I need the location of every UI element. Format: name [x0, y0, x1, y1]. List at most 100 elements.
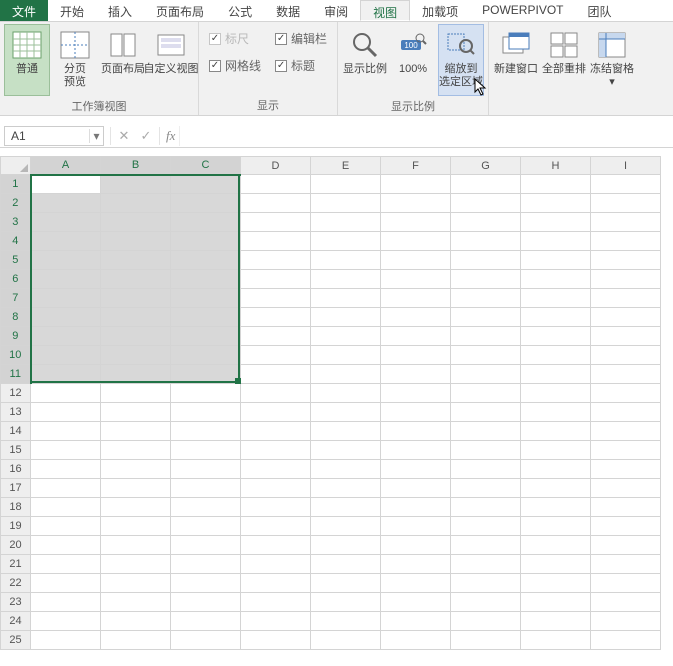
- cell-F12[interactable]: [381, 384, 451, 403]
- cell-H20[interactable]: [521, 536, 591, 555]
- cell-A6[interactable]: [31, 270, 101, 289]
- cell-G9[interactable]: [451, 327, 521, 346]
- cell-B19[interactable]: [101, 517, 171, 536]
- cell-F8[interactable]: [381, 308, 451, 327]
- cell-E1[interactable]: [311, 175, 381, 194]
- cell-D9[interactable]: [241, 327, 311, 346]
- cell-C11[interactable]: [171, 365, 241, 384]
- cell-C14[interactable]: [171, 422, 241, 441]
- cell-H5[interactable]: [521, 251, 591, 270]
- cell-D13[interactable]: [241, 403, 311, 422]
- col-header-A[interactable]: A: [31, 157, 101, 175]
- cell-H24[interactable]: [521, 612, 591, 631]
- cell-A20[interactable]: [31, 536, 101, 555]
- cell-E20[interactable]: [311, 536, 381, 555]
- cell-B10[interactable]: [101, 346, 171, 365]
- cell-E22[interactable]: [311, 574, 381, 593]
- cell-I14[interactable]: [591, 422, 661, 441]
- cell-H23[interactable]: [521, 593, 591, 612]
- cell-I10[interactable]: [591, 346, 661, 365]
- cell-E25[interactable]: [311, 631, 381, 650]
- cell-H7[interactable]: [521, 289, 591, 308]
- row-header-5[interactable]: 5: [1, 251, 31, 270]
- cell-E5[interactable]: [311, 251, 381, 270]
- cell-B12[interactable]: [101, 384, 171, 403]
- cell-D21[interactable]: [241, 555, 311, 574]
- new-window-button[interactable]: 新建窗口: [493, 24, 539, 96]
- col-header-G[interactable]: G: [451, 157, 521, 175]
- cell-D11[interactable]: [241, 365, 311, 384]
- cell-G14[interactable]: [451, 422, 521, 441]
- row-header-11[interactable]: 11: [1, 365, 31, 384]
- cell-I2[interactable]: [591, 194, 661, 213]
- cell-C18[interactable]: [171, 498, 241, 517]
- cell-E14[interactable]: [311, 422, 381, 441]
- cell-F10[interactable]: [381, 346, 451, 365]
- normal-view-button[interactable]: 普通: [4, 24, 50, 96]
- cell-C17[interactable]: [171, 479, 241, 498]
- cell-A24[interactable]: [31, 612, 101, 631]
- gridlines-checkbox[interactable]: ✓ 网格线: [209, 57, 261, 74]
- cell-D3[interactable]: [241, 213, 311, 232]
- col-header-B[interactable]: B: [101, 157, 171, 175]
- cell-C13[interactable]: [171, 403, 241, 422]
- cell-A4[interactable]: [31, 232, 101, 251]
- cell-G19[interactable]: [451, 517, 521, 536]
- cell-F24[interactable]: [381, 612, 451, 631]
- cell-G22[interactable]: [451, 574, 521, 593]
- cell-G12[interactable]: [451, 384, 521, 403]
- cell-A17[interactable]: [31, 479, 101, 498]
- tab-view[interactable]: 视图: [360, 0, 410, 21]
- cell-C24[interactable]: [171, 612, 241, 631]
- cell-I9[interactable]: [591, 327, 661, 346]
- select-all-corner[interactable]: [1, 157, 31, 175]
- cell-I8[interactable]: [591, 308, 661, 327]
- cell-D1[interactable]: [241, 175, 311, 194]
- tab-addins[interactable]: 加载项: [410, 0, 470, 21]
- zoom-to-selection-button[interactable]: 缩放到 选定区域: [438, 24, 484, 96]
- headings-checkbox[interactable]: ✓ 标题: [275, 57, 327, 74]
- cell-D15[interactable]: [241, 441, 311, 460]
- cell-C7[interactable]: [171, 289, 241, 308]
- cell-G7[interactable]: [451, 289, 521, 308]
- cell-A16[interactable]: [31, 460, 101, 479]
- cell-A22[interactable]: [31, 574, 101, 593]
- cell-E24[interactable]: [311, 612, 381, 631]
- row-header-10[interactable]: 10: [1, 346, 31, 365]
- cell-B9[interactable]: [101, 327, 171, 346]
- cell-E17[interactable]: [311, 479, 381, 498]
- cell-H3[interactable]: [521, 213, 591, 232]
- cell-I3[interactable]: [591, 213, 661, 232]
- cell-G4[interactable]: [451, 232, 521, 251]
- page-layout-view-button[interactable]: 页面布局: [100, 24, 146, 96]
- cell-B8[interactable]: [101, 308, 171, 327]
- cell-H1[interactable]: [521, 175, 591, 194]
- cell-F23[interactable]: [381, 593, 451, 612]
- row-header-1[interactable]: 1: [1, 175, 31, 194]
- row-header-14[interactable]: 14: [1, 422, 31, 441]
- cell-D24[interactable]: [241, 612, 311, 631]
- tab-team[interactable]: 团队: [575, 0, 623, 21]
- cell-A7[interactable]: [31, 289, 101, 308]
- cell-C16[interactable]: [171, 460, 241, 479]
- cell-C19[interactable]: [171, 517, 241, 536]
- cell-C8[interactable]: [171, 308, 241, 327]
- cell-B24[interactable]: [101, 612, 171, 631]
- cell-G6[interactable]: [451, 270, 521, 289]
- cell-D6[interactable]: [241, 270, 311, 289]
- cell-F5[interactable]: [381, 251, 451, 270]
- cell-H11[interactable]: [521, 365, 591, 384]
- cell-C20[interactable]: [171, 536, 241, 555]
- col-header-E[interactable]: E: [311, 157, 381, 175]
- tab-review[interactable]: 审阅: [312, 0, 360, 21]
- cell-I18[interactable]: [591, 498, 661, 517]
- fx-icon[interactable]: fx: [162, 128, 179, 144]
- col-header-H[interactable]: H: [521, 157, 591, 175]
- cell-C21[interactable]: [171, 555, 241, 574]
- cell-H16[interactable]: [521, 460, 591, 479]
- cell-F22[interactable]: [381, 574, 451, 593]
- row-header-9[interactable]: 9: [1, 327, 31, 346]
- row-header-16[interactable]: 16: [1, 460, 31, 479]
- row-header-12[interactable]: 12: [1, 384, 31, 403]
- cell-D20[interactable]: [241, 536, 311, 555]
